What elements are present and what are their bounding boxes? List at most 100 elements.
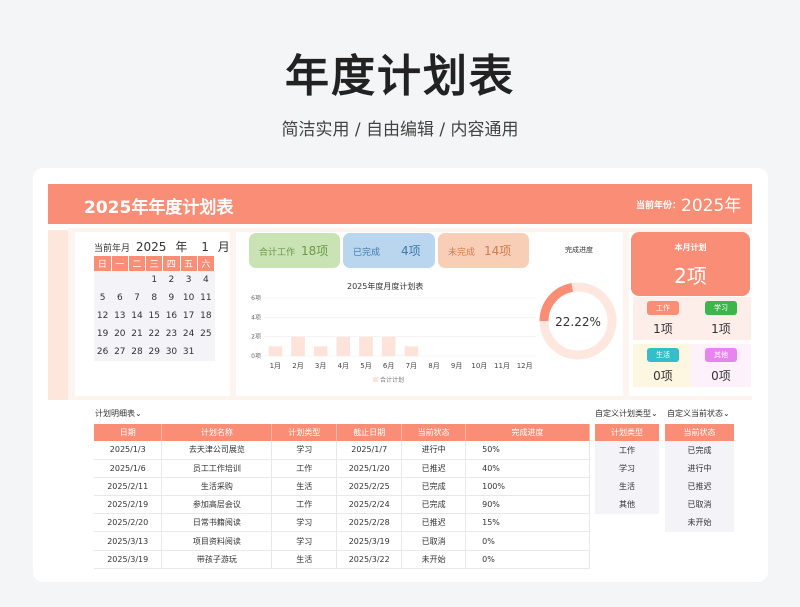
table-row[interactable]: 2025/2/11 生活采购 生活 2025/2/25 已完成 100% [94, 477, 590, 497]
table-cell[interactable]: 已完成 [401, 477, 467, 497]
table-cell[interactable]: 40% [465, 459, 590, 478]
column-header[interactable]: 当前状态 [401, 424, 467, 441]
calendar-day[interactable]: 5 [94, 289, 112, 307]
table-cell[interactable]: 去天津公司展览 [161, 441, 273, 460]
table-row[interactable]: 2025/3/19 带孩子游玩 生活 2025/3/22 未开始 0% [94, 550, 590, 569]
option-cell[interactable]: 进行中 [665, 459, 734, 478]
table-cell[interactable]: 生活 [271, 550, 338, 569]
calendar-day[interactable]: 4 [197, 271, 215, 289]
calendar-day[interactable]: 18 [197, 307, 215, 325]
table-cell[interactable]: 2025/3/19 [94, 550, 163, 569]
calendar-day[interactable]: 12 [94, 307, 112, 325]
calendar-day[interactable]: 26 [94, 343, 112, 361]
table-cell[interactable]: 0% [465, 550, 590, 569]
calendar-day[interactable]: 17 [180, 307, 198, 325]
calendar-day[interactable]: 16 [162, 307, 181, 325]
calendar-day[interactable]: 20 [111, 325, 129, 343]
table-cell[interactable]: 15% [465, 513, 590, 533]
table-cell[interactable]: 学习 [271, 513, 338, 533]
column-header[interactable]: 截止日期 [336, 424, 403, 441]
calendar-day[interactable]: 3 [180, 271, 198, 289]
table-row[interactable]: 2025/2/20 日常书籍阅读 学习 2025/2/28 已推迟 15% [94, 513, 590, 533]
table-row[interactable]: 2025/1/6 员工工作培训 工作 2025/1/20 已推迟 40% [94, 459, 590, 478]
table-cell[interactable]: 2025/2/24 [336, 495, 403, 515]
calendar-day[interactable]: 8 [145, 289, 163, 307]
calendar-day[interactable]: 29 [145, 343, 163, 361]
table-cell[interactable]: 2025/1/7 [336, 441, 403, 460]
calendar-month[interactable]: 1 [201, 240, 209, 254]
option-cell[interactable]: 学习 [595, 459, 659, 478]
calendar-day[interactable]: 27 [111, 343, 129, 361]
calendar-day[interactable]: 14 [128, 307, 146, 325]
option-cell[interactable]: 其他 [595, 495, 659, 514]
calendar-day[interactable]: 15 [145, 307, 163, 325]
detail-table-caption[interactable]: 计划明细表⌄ [95, 408, 142, 419]
table-cell[interactable]: 生活 [271, 477, 338, 497]
table-cell[interactable]: 2025/2/28 [336, 513, 403, 533]
calendar-day[interactable]: 1 [145, 271, 163, 289]
table-cell[interactable]: 2025/3/22 [336, 550, 403, 569]
calendar-day[interactable]: 7 [128, 289, 146, 307]
calendar-day[interactable]: 23 [162, 325, 181, 343]
column-header[interactable]: 完成进度 [465, 424, 590, 441]
calendar-day[interactable]: 13 [111, 307, 129, 325]
current-year[interactable]: 2025年 [681, 191, 741, 216]
calendar-day[interactable]: 22 [145, 325, 163, 343]
table-cell[interactable]: 2025/1/6 [94, 459, 163, 478]
table-cell[interactable]: 100% [465, 477, 590, 497]
table-cell[interactable]: 日常书籍阅读 [161, 513, 273, 533]
table-cell[interactable]: 2025/2/25 [336, 477, 403, 497]
status-table-caption[interactable]: 自定义当前状态⌄ [667, 408, 730, 419]
calendar-year[interactable]: 2025 [136, 240, 167, 254]
table-cell[interactable]: 2025/1/20 [336, 459, 403, 478]
calendar-day[interactable]: 31 [180, 343, 198, 361]
option-cell[interactable]: 已完成 [665, 441, 734, 460]
table-cell[interactable]: 工作 [271, 495, 338, 515]
column-header[interactable]: 计划类型 [271, 424, 338, 441]
type-table-caption[interactable]: 自定义计划类型⌄ [595, 408, 658, 419]
calendar-day[interactable]: 19 [94, 325, 112, 343]
table-cell[interactable]: 2025/2/11 [94, 477, 163, 497]
table-cell[interactable]: 0% [465, 531, 590, 551]
table-row[interactable]: 2025/2/19 参加高层会议 工作 2025/2/24 已完成 90% [94, 495, 590, 515]
table-cell[interactable]: 2025/2/20 [94, 513, 163, 533]
table-cell[interactable]: 员工工作培训 [161, 459, 273, 478]
calendar-day[interactable]: 25 [197, 325, 215, 343]
option-cell[interactable]: 生活 [595, 477, 659, 496]
calendar-day[interactable]: 21 [128, 325, 146, 343]
table-cell[interactable]: 已推迟 [401, 459, 467, 478]
table-cell[interactable]: 学习 [271, 441, 338, 460]
column-header[interactable]: 计划名称 [161, 424, 273, 441]
table-cell[interactable]: 带孩子游玩 [161, 550, 273, 569]
table-cell[interactable]: 2025/3/19 [336, 531, 403, 551]
table-cell[interactable]: 未开始 [401, 550, 467, 569]
table-cell[interactable]: 已取消 [401, 531, 467, 551]
table-cell[interactable]: 90% [465, 495, 590, 515]
calendar-day[interactable]: 28 [128, 343, 146, 361]
calendar-day[interactable] [111, 271, 129, 289]
calendar-day[interactable] [128, 271, 146, 289]
calendar-day[interactable]: 10 [180, 289, 198, 307]
table-cell[interactable]: 2025/2/19 [94, 495, 163, 515]
table-cell[interactable]: 参加高层会议 [161, 495, 273, 515]
table-cell[interactable]: 已完成 [401, 495, 467, 515]
table-cell[interactable]: 进行中 [401, 441, 467, 460]
option-cell[interactable]: 未开始 [665, 513, 734, 532]
table-cell[interactable]: 生活采购 [161, 477, 273, 497]
table-row[interactable]: 2025/1/3 去天津公司展览 学习 2025/1/7 进行中 50% [94, 441, 590, 460]
calendar-day[interactable]: 24 [180, 325, 198, 343]
calendar-day[interactable]: 6 [111, 289, 129, 307]
calendar-day[interactable]: 2 [162, 271, 181, 289]
calendar-day[interactable]: 9 [162, 289, 181, 307]
option-cell[interactable]: 已取消 [665, 495, 734, 514]
table-cell[interactable]: 项目资料阅读 [161, 531, 273, 551]
table-cell[interactable]: 2025/1/3 [94, 441, 163, 460]
calendar-day[interactable] [94, 271, 112, 289]
calendar-day[interactable] [197, 343, 215, 361]
table-cell[interactable]: 已推迟 [401, 513, 467, 533]
table-cell[interactable]: 学习 [271, 531, 338, 551]
table-cell[interactable]: 工作 [271, 459, 338, 478]
table-row[interactable]: 2025/3/13 项目资料阅读 学习 2025/3/19 已取消 0% [94, 531, 590, 551]
table-cell[interactable]: 50% [465, 441, 590, 460]
option-cell[interactable]: 工作 [595, 441, 659, 460]
